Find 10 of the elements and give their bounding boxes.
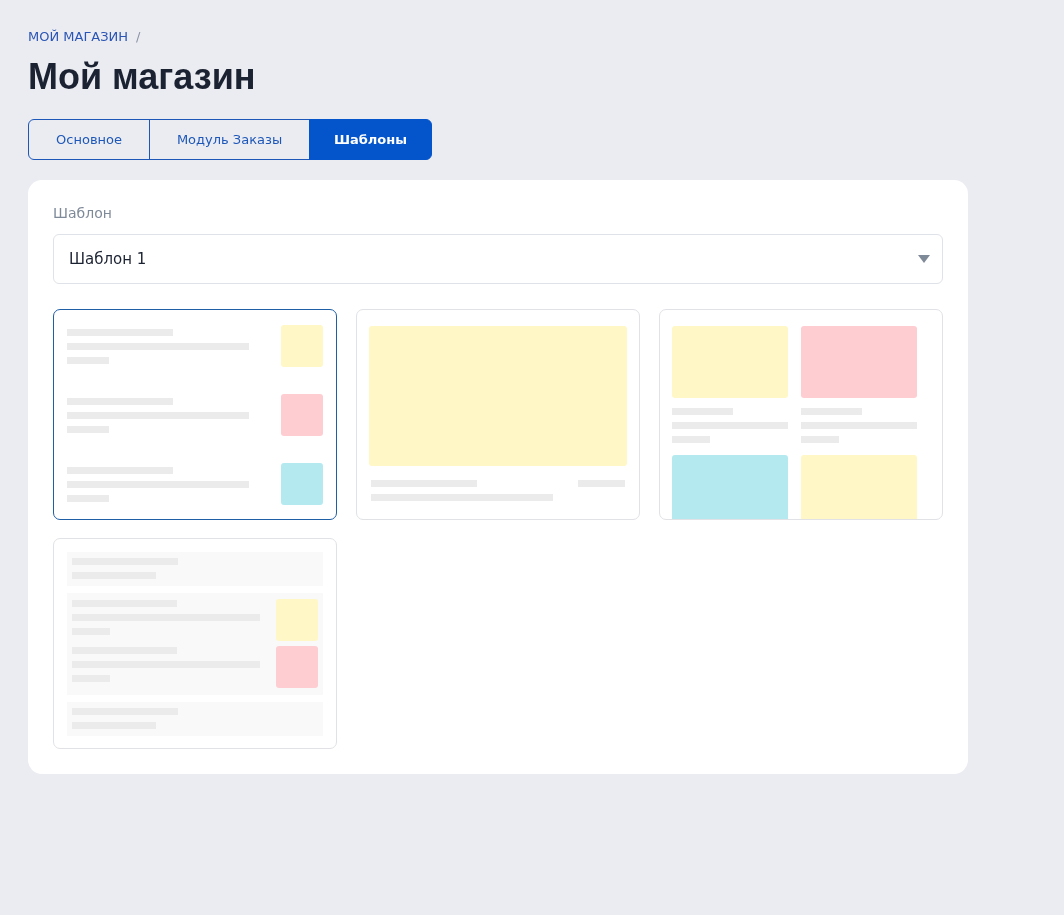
tab[interactable]: Шаблоны [308,119,432,160]
breadcrumb-link[interactable]: МОЙ МАГАЗИН [28,28,129,44]
tab[interactable]: Основное [28,119,151,160]
template-card[interactable] [53,309,337,520]
tab[interactable]: Модуль Заказы [149,119,310,160]
caret-icon [918,255,930,263]
page-title: Мой магазин [28,55,257,99]
breadcrumb-separator: / [136,28,141,44]
field-label: Шаблон [53,205,113,223]
template-select[interactable]: Шаблон 1 [53,234,943,284]
